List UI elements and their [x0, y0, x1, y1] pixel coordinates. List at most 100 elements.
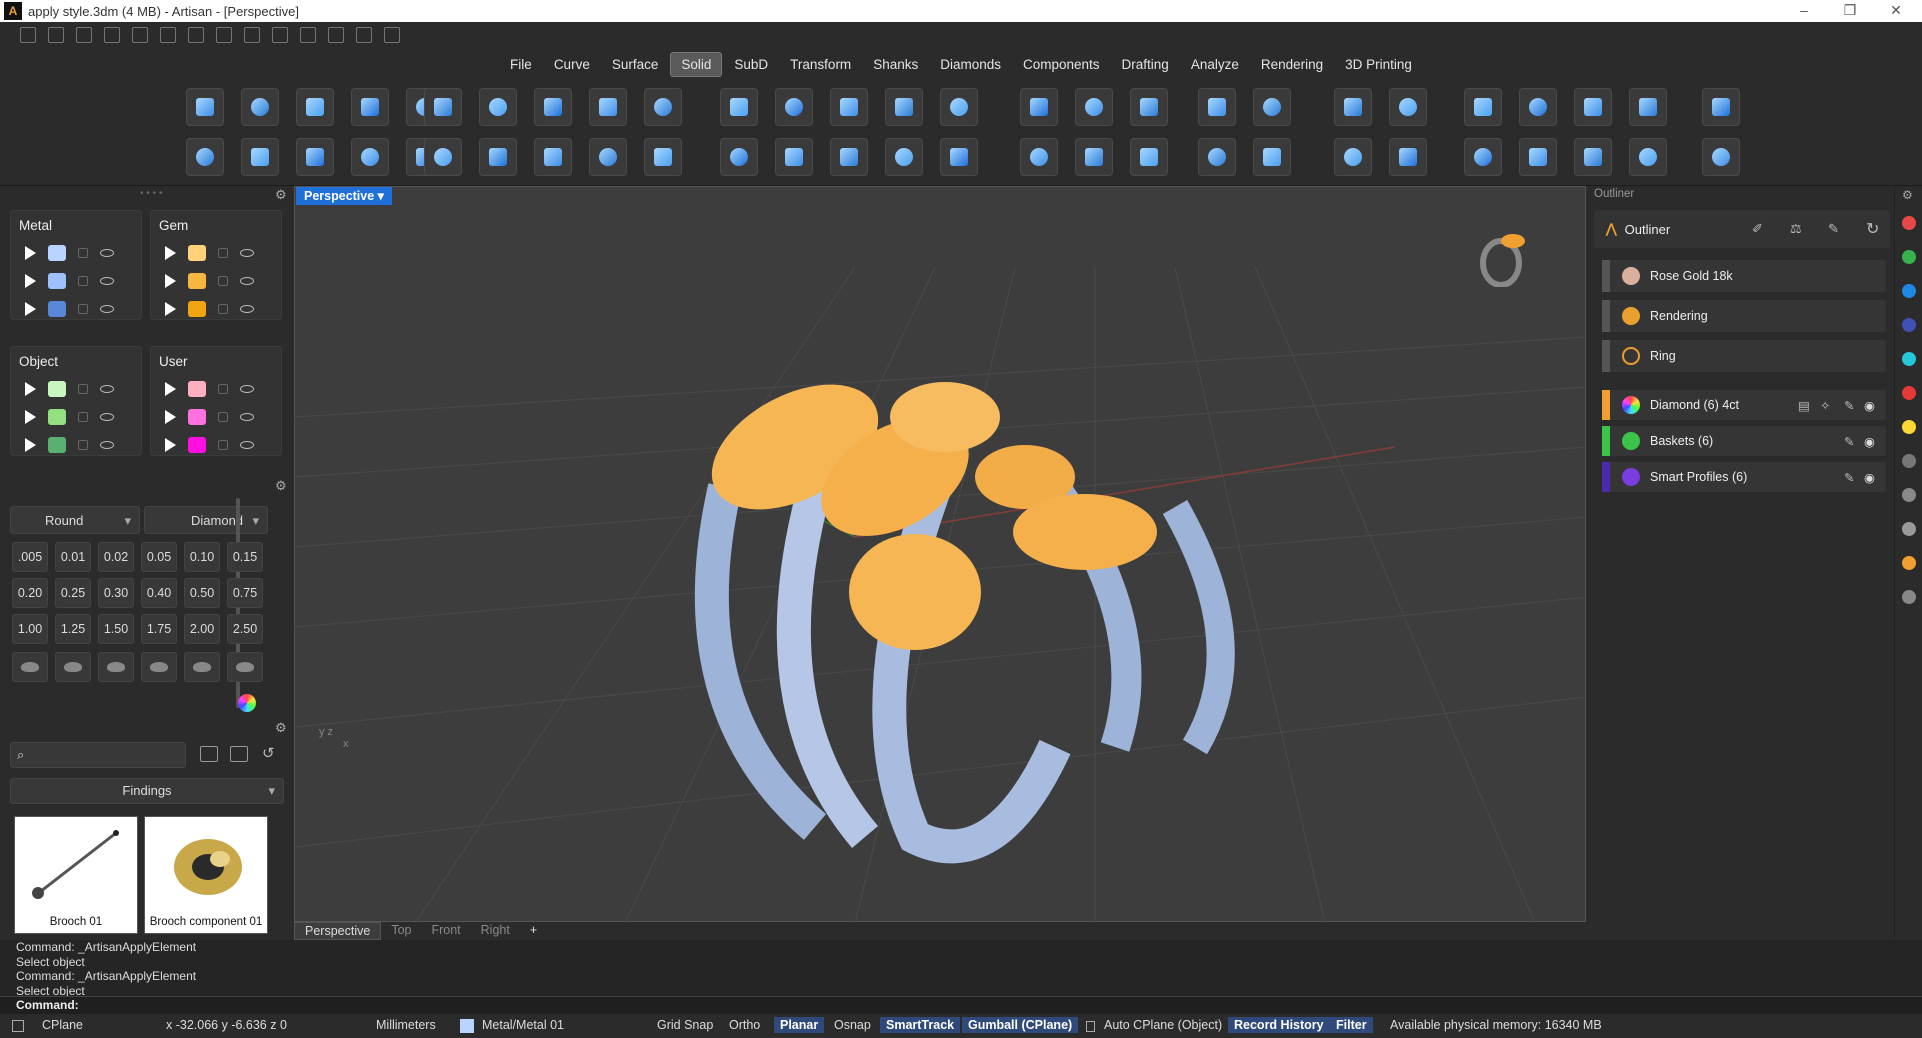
add-folder-icon[interactable] — [230, 746, 248, 762]
menu-3d-printing[interactable]: 3D Printing — [1335, 53, 1422, 76]
solid-tool-button[interactable] — [644, 88, 682, 126]
library-category-dropdown[interactable]: Findings ▾ — [10, 778, 284, 804]
solid-tool-button[interactable] — [1198, 88, 1236, 126]
minimize-button[interactable]: – — [1784, 0, 1824, 22]
cut-style-button[interactable] — [227, 652, 263, 682]
new-file-icon[interactable] — [20, 27, 36, 43]
rotate-tool-icon[interactable] — [328, 27, 344, 43]
carat-size-button[interactable]: 0.30 — [98, 578, 134, 608]
brush-icon[interactable]: ✧ — [1820, 398, 1830, 413]
close-button[interactable]: ✕ — [1876, 0, 1916, 22]
solid-tool-button[interactable] — [1020, 88, 1058, 126]
viewport-title-tab[interactable]: Perspective ▾ — [296, 187, 392, 205]
ortho-toggle[interactable]: Ortho — [729, 1018, 760, 1032]
outliner-object-baskets[interactable]: Baskets (6) ✎ ◉ — [1602, 426, 1886, 456]
eye-icon[interactable] — [100, 413, 114, 421]
solid-tool-button[interactable] — [1334, 138, 1372, 176]
play-icon[interactable] — [25, 274, 36, 288]
environment-icon[interactable] — [1902, 352, 1916, 366]
carat-size-button[interactable]: 0.02 — [98, 542, 134, 572]
restore-button[interactable]: ❐ — [1830, 0, 1870, 22]
layer-row[interactable] — [11, 403, 141, 431]
eye-icon[interactable] — [240, 441, 254, 449]
carat-size-button[interactable]: 1.00 — [12, 614, 48, 644]
solid-tool-button[interactable] — [830, 88, 868, 126]
play-icon[interactable] — [25, 302, 36, 316]
carat-size-button[interactable]: 0.01 — [55, 542, 91, 572]
carat-size-button[interactable]: 1.25 — [55, 614, 91, 644]
carat-size-button[interactable]: 0.50 — [184, 578, 220, 608]
cut-style-button[interactable] — [55, 652, 91, 682]
sun-icon[interactable] — [1902, 454, 1916, 468]
outliner-item-ring[interactable]: Ring — [1602, 340, 1886, 372]
lock-icon[interactable] — [218, 440, 228, 450]
solid-tool-button[interactable] — [1075, 138, 1113, 176]
cut-style-button[interactable] — [98, 652, 134, 682]
eye-icon[interactable] — [100, 305, 114, 313]
tab-perspective[interactable]: Perspective — [294, 922, 382, 940]
open-folder-icon[interactable] — [76, 27, 92, 43]
solid-tool-button[interactable] — [720, 88, 758, 126]
layer-row[interactable] — [11, 267, 141, 295]
solid-tool-button[interactable] — [296, 138, 334, 176]
folder-icon[interactable] — [200, 746, 218, 762]
tab-right[interactable]: Right — [471, 922, 520, 940]
menu-rendering[interactable]: Rendering — [1251, 53, 1333, 76]
pencil-icon[interactable]: ✎ — [1828, 221, 1839, 237]
scale-tool-icon[interactable] — [356, 27, 372, 43]
play-icon[interactable] — [25, 246, 36, 260]
layer-row[interactable] — [11, 375, 141, 403]
solid-tool-button[interactable] — [1253, 88, 1291, 126]
solid-tool-button[interactable] — [775, 138, 813, 176]
solid-tool-button[interactable] — [186, 138, 224, 176]
outliner-object-smart-profiles[interactable]: Smart Profiles (6) ✎ ◉ — [1602, 462, 1886, 492]
play-icon[interactable] — [25, 382, 36, 396]
tab-front[interactable]: Front — [421, 922, 470, 940]
solid-tool-button[interactable] — [940, 88, 978, 126]
lock-icon[interactable] — [218, 412, 228, 422]
gear-icon[interactable]: ⚙ — [275, 187, 287, 203]
eyedropper-icon[interactable]: ✐ — [1752, 221, 1763, 237]
palette-icon[interactable] — [1902, 420, 1916, 434]
layer-color-swatch[interactable] — [48, 301, 66, 317]
eye-icon[interactable] — [240, 413, 254, 421]
chevron-down-icon[interactable]: ▾ — [378, 189, 384, 203]
eye-icon[interactable]: ◉ — [1864, 470, 1875, 485]
solid-tool-button[interactable] — [940, 138, 978, 176]
layer-color-swatch[interactable] — [188, 301, 206, 317]
play-icon[interactable] — [165, 274, 176, 288]
planar-toggle[interactable]: Planar — [774, 1017, 825, 1033]
material-dropdown[interactable]: Diamond ▾ — [144, 506, 268, 534]
solid-tool-button[interactable] — [589, 138, 627, 176]
play-icon[interactable] — [165, 438, 176, 452]
pencil-icon[interactable]: ✎ — [1844, 398, 1854, 413]
menu-solid[interactable]: Solid — [670, 51, 723, 77]
balance-icon[interactable]: ⚖ — [1790, 221, 1802, 237]
carat-size-button[interactable]: 0.75 — [227, 578, 263, 608]
carat-size-button[interactable]: .005 — [12, 542, 48, 572]
carat-size-button[interactable]: 0.05 — [141, 542, 177, 572]
eye-icon[interactable] — [100, 249, 114, 257]
layer-color-swatch[interactable] — [48, 437, 66, 453]
solid-tool-button[interactable] — [589, 88, 627, 126]
menu-transform[interactable]: Transform — [780, 53, 861, 76]
add-viewport-icon[interactable]: + — [520, 922, 547, 940]
play-icon[interactable] — [165, 410, 176, 424]
table-icon[interactable]: ▤ — [1798, 398, 1810, 413]
gear-icon[interactable]: ⚙ — [1902, 188, 1913, 202]
units[interactable]: Millimeters — [376, 1018, 436, 1032]
layer-color-swatch[interactable] — [48, 245, 66, 261]
network-icon[interactable] — [384, 27, 400, 43]
filter-toggle[interactable]: Filter — [1330, 1017, 1373, 1033]
solid-tool-button[interactable] — [1702, 88, 1740, 126]
import-icon[interactable] — [216, 27, 232, 43]
menu-drafting[interactable]: Drafting — [1112, 53, 1179, 76]
grid-snap-toggle[interactable]: Grid Snap — [657, 1018, 713, 1032]
properties-icon[interactable] — [1902, 522, 1916, 536]
carat-size-button[interactable]: 2.50 — [227, 614, 263, 644]
cut-style-button[interactable] — [184, 652, 220, 682]
pencil-icon[interactable]: ✎ — [1844, 434, 1854, 449]
solid-tool-button[interactable] — [424, 88, 462, 126]
solid-tool-button[interactable] — [1464, 138, 1502, 176]
outliner-item-rose-gold[interactable]: Rose Gold 18k — [1602, 260, 1886, 292]
